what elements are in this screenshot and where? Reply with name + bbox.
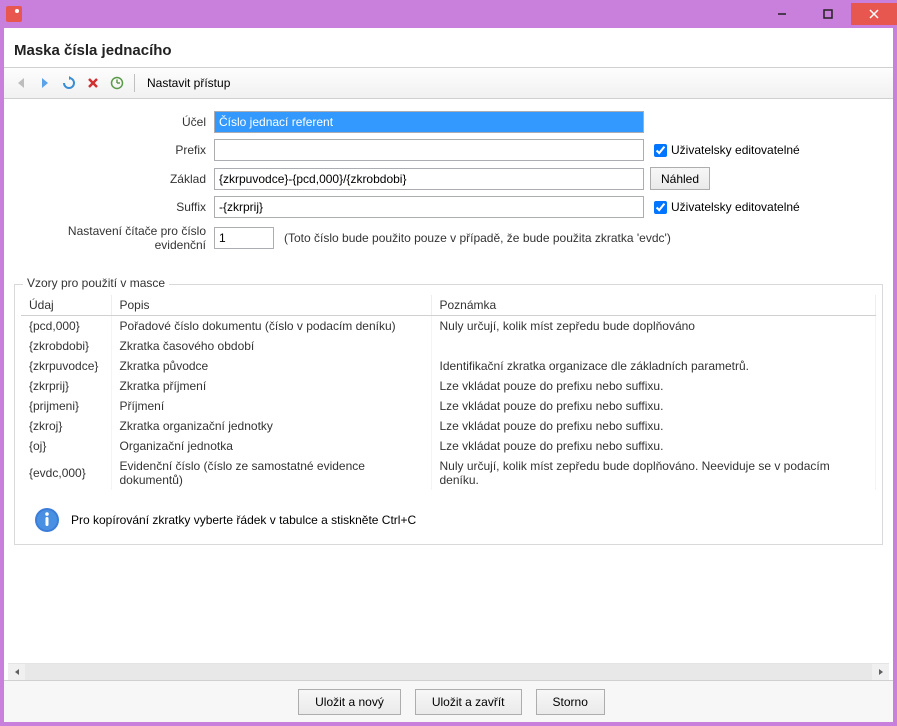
suffix-label: Suffix: [14, 200, 214, 214]
refresh-button[interactable]: [58, 72, 80, 94]
footer: Uložit a nový Uložit a zavřít Storno: [4, 680, 893, 722]
titlebar: [0, 0, 897, 28]
col-popis[interactable]: Popis: [111, 295, 431, 316]
purpose-label: Účel: [14, 115, 214, 129]
cell-pozn: Lze vkládat pouze do prefixu nebo suffix…: [431, 376, 876, 396]
cell-udaj: {prijmeni}: [21, 396, 111, 416]
minimize-button[interactable]: [759, 3, 805, 25]
table-row[interactable]: {oj}Organizační jednotkaLze vkládat pouz…: [21, 436, 876, 456]
scroll-right-icon[interactable]: [872, 664, 889, 681]
cell-popis: Evidenční číslo (číslo ze samostatné evi…: [111, 456, 431, 490]
prefix-editable-checkbox[interactable]: Uživatelsky editovatelné: [654, 143, 800, 157]
cell-udaj: {zkrprij}: [21, 376, 111, 396]
scroll-left-icon[interactable]: [8, 664, 25, 681]
nav-next-button[interactable]: [34, 72, 56, 94]
maximize-button[interactable]: [805, 3, 851, 25]
table-row[interactable]: {pcd,000}Pořadové číslo dokumentu (číslo…: [21, 316, 876, 337]
patterns-title: Vzory pro použití v masce: [23, 276, 169, 290]
table-row[interactable]: {zkroj}Zkratka organizační jednotkyLze v…: [21, 416, 876, 436]
suffix-editable-checkbox[interactable]: Uživatelsky editovatelné: [654, 200, 800, 214]
cell-udaj: {pcd,000}: [21, 316, 111, 337]
cell-popis: Zkratka organizační jednotky: [111, 416, 431, 436]
history-button[interactable]: [106, 72, 128, 94]
table-row[interactable]: {zkrobdobi}Zkratka časového období: [21, 336, 876, 356]
table-row[interactable]: {prijmeni}PříjmeníLze vkládat pouze do p…: [21, 396, 876, 416]
purpose-input[interactable]: [214, 111, 644, 133]
close-button[interactable]: [851, 3, 897, 25]
cell-udaj: {zkrobdobi}: [21, 336, 111, 356]
suffix-editable-check[interactable]: [654, 201, 667, 214]
counter-hint: (Toto číslo bude použito pouze v případě…: [284, 231, 671, 245]
cell-pozn: Lze vkládat pouze do prefixu nebo suffix…: [431, 416, 876, 436]
table-row[interactable]: {zkrprij}Zkratka příjmeníLze vkládat pou…: [21, 376, 876, 396]
info-icon: [33, 506, 61, 534]
horizontal-scrollbar[interactable]: [8, 663, 889, 680]
table-row[interactable]: {evdc,000}Evidenční číslo (číslo ze samo…: [21, 456, 876, 490]
suffix-editable-label: Uživatelsky editovatelné: [671, 200, 800, 214]
prefix-editable-label: Uživatelsky editovatelné: [671, 143, 800, 157]
patterns-group: Vzory pro použití v masce Údaj Popis Poz…: [14, 284, 883, 545]
save-and-close-button[interactable]: Uložit a zavřít: [415, 689, 522, 715]
prefix-editable-check[interactable]: [654, 144, 667, 157]
scroll-track[interactable]: [25, 664, 872, 681]
nav-prev-button[interactable]: [10, 72, 32, 94]
cell-udaj: {zkroj}: [21, 416, 111, 436]
cell-popis: Zkratka časového období: [111, 336, 431, 356]
table-row[interactable]: {zkrpuvodce}Zkratka původceIdentifikační…: [21, 356, 876, 376]
cell-popis: Pořadové číslo dokumentu (číslo v podací…: [111, 316, 431, 337]
cell-udaj: {zkrpuvodce}: [21, 356, 111, 376]
info-text: Pro kopírování zkratky vyberte řádek v t…: [71, 513, 416, 527]
cancel-button[interactable]: Storno: [536, 689, 605, 715]
app-icon: [6, 6, 22, 22]
cell-popis: Zkratka původce: [111, 356, 431, 376]
patterns-table: Údaj Popis Poznámka {pcd,000}Pořadové čí…: [21, 295, 876, 490]
cell-popis: Zkratka příjmení: [111, 376, 431, 396]
prefix-input[interactable]: [214, 139, 644, 161]
toolbar-separator: [134, 74, 135, 92]
cell-pozn: Lze vkládat pouze do prefixu nebo suffix…: [431, 396, 876, 416]
save-and-new-button[interactable]: Uložit a nový: [298, 689, 401, 715]
base-input[interactable]: [214, 168, 644, 190]
counter-input[interactable]: [214, 227, 274, 249]
col-udaj[interactable]: Údaj: [21, 295, 111, 316]
counter-label: Nastavení čítače pro číslo evidenční: [14, 224, 214, 252]
cell-pozn: [431, 336, 876, 356]
suffix-input[interactable]: [214, 196, 644, 218]
cell-udaj: {oj}: [21, 436, 111, 456]
delete-button[interactable]: [82, 72, 104, 94]
cell-pozn: Identifikační zkratka organizace dle zák…: [431, 356, 876, 376]
col-pozn[interactable]: Poznámka: [431, 295, 876, 316]
cell-pozn: Nuly určují, kolik míst zepředu bude dop…: [431, 456, 876, 490]
cell-pozn: Lze vkládat pouze do prefixu nebo suffix…: [431, 436, 876, 456]
cell-popis: Organizační jednotka: [111, 436, 431, 456]
access-button[interactable]: Nastavit přístup: [141, 74, 236, 92]
cell-popis: Příjmení: [111, 396, 431, 416]
base-label: Základ: [14, 172, 214, 186]
cell-udaj: {evdc,000}: [21, 456, 111, 490]
page-title: Maska čísla jednacího: [4, 28, 893, 67]
table-body: {pcd,000}Pořadové číslo dokumentu (číslo…: [21, 316, 876, 491]
preview-button[interactable]: Náhled: [650, 167, 710, 190]
toolbar: Nastavit přístup: [4, 67, 893, 99]
cell-pozn: Nuly určují, kolik míst zepředu bude dop…: [431, 316, 876, 337]
prefix-label: Prefix: [14, 143, 214, 157]
